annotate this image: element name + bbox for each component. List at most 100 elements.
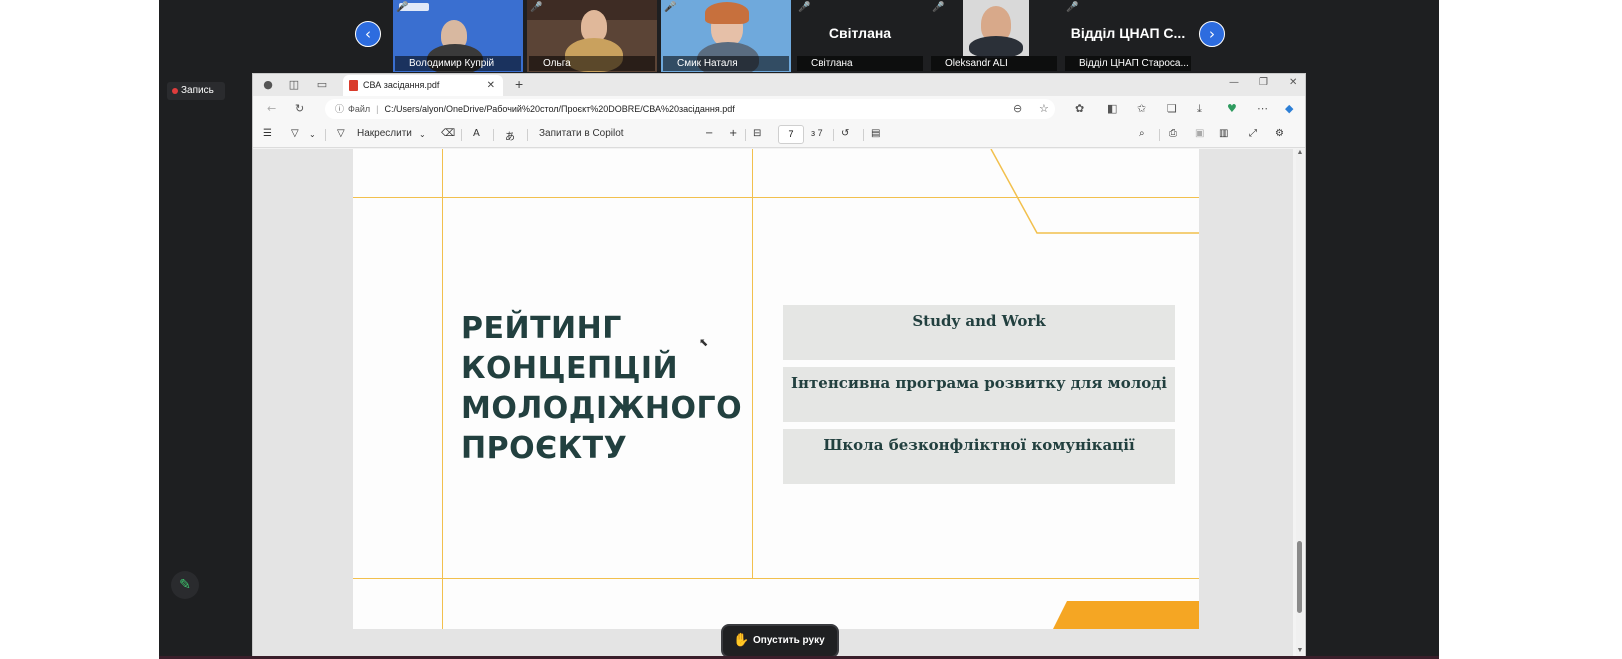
- collections-icon[interactable]: ❏: [1167, 102, 1177, 115]
- tab-title: СВА засідання.pdf: [363, 80, 440, 90]
- scroll-down-icon[interactable]: ▼: [1296, 647, 1304, 654]
- fullscreen-icon[interactable]: ⤢: [1249, 128, 1257, 139]
- search-icon[interactable]: ⌕: [1139, 128, 1145, 139]
- participant-name: Відділ ЦНАП Староса...: [1065, 56, 1191, 71]
- next-participants-button[interactable]: ›: [1199, 21, 1225, 47]
- refresh-icon[interactable]: ↻: [295, 102, 304, 115]
- toolbar-divider: [461, 129, 462, 141]
- address-url: C:/Users/alyon/OneDrive/Рабочий%20стол/П…: [384, 104, 735, 114]
- draw-icon[interactable]: ▽: [337, 128, 345, 139]
- muted-mic-icon: 🎤: [530, 2, 543, 13]
- slide-title-line: РЕЙТИНГ: [461, 311, 622, 346]
- toolbar-divider: [833, 129, 834, 141]
- chevron-down-icon[interactable]: ⌄: [309, 130, 316, 139]
- close-window-button[interactable]: ✕: [1289, 77, 1297, 88]
- concept-label: Study and Work: [912, 312, 1046, 330]
- new-tab-button[interactable]: +: [515, 76, 523, 92]
- browser-essentials-icon[interactable]: ♥: [1227, 102, 1237, 115]
- toolbar-divider: [527, 129, 528, 141]
- draw-button[interactable]: Накреслити: [357, 128, 412, 139]
- profile-icon[interactable]: ●: [261, 78, 275, 92]
- raised-hand-icon: ✋: [733, 633, 750, 648]
- concept-label: Школа безконфліктної комунікації: [823, 436, 1135, 454]
- restore-button[interactable]: ❐: [1259, 77, 1268, 88]
- muted-mic-icon: 🎤: [396, 2, 409, 13]
- participant-name: Ольга: [529, 56, 655, 71]
- extensions-icon[interactable]: ✿: [1075, 102, 1084, 115]
- participant-name: Володимир Купрій: [395, 56, 521, 71]
- previous-participants-button[interactable]: ‹: [355, 21, 381, 47]
- pdf-page-slide: РЕЙТИНГ КОНЦЕПЦІЙ МОЛОДІЖНОГО ПРОЄКТУ St…: [353, 149, 1199, 629]
- contents-icon[interactable]: ☰: [263, 128, 272, 139]
- toolbar-divider: [493, 129, 494, 141]
- participant-tile[interactable]: 🎤 Oleksandr ALI: [929, 0, 1059, 72]
- mouse-cursor-icon: ⬉: [699, 336, 709, 349]
- participant-tile[interactable]: Світлана 🎤 Світлана: [795, 0, 925, 72]
- record-dot-icon: [172, 88, 178, 94]
- lower-hand-label: Опустить руку: [753, 635, 825, 646]
- tab-pdf[interactable]: СВА засідання.pdf ✕: [343, 75, 503, 96]
- slide-title-line: ПРОЄКТУ: [461, 431, 628, 466]
- tab-bar: ● ◫ ▭ СВА засідання.pdf ✕ + — ❐ ✕: [253, 74, 1305, 96]
- participant-hair: [705, 2, 749, 24]
- participant-display-name: Світлана: [828, 25, 892, 41]
- page-number-input[interactable]: 7: [778, 125, 804, 144]
- save-as-icon[interactable]: ▥: [1219, 128, 1228, 139]
- downloads-icon[interactable]: ⤓: [1197, 102, 1202, 116]
- rotate-icon[interactable]: ↺: [841, 128, 849, 139]
- settings-gear-icon[interactable]: ⚙: [1275, 128, 1284, 139]
- chevron-down-icon[interactable]: ⌄: [419, 130, 426, 139]
- ask-copilot-button[interactable]: Запитати в Copilot: [539, 128, 624, 139]
- muted-mic-icon: 🎤: [932, 2, 945, 13]
- pdf-toolbar: ☰ ▽ ⌄ ▽ Накреслити ⌄ ⌫ A あ Запитати в Co…: [253, 122, 1305, 148]
- participant-tile[interactable]: 🎤 Володимир Купрій: [393, 0, 523, 72]
- page-view-icon[interactable]: ▤: [871, 128, 880, 139]
- record-label: Запись: [181, 85, 214, 96]
- vertical-tabs-icon[interactable]: ▭: [315, 78, 329, 92]
- copilot-icon[interactable]: ◆: [1285, 102, 1293, 115]
- toolbar-divider: [745, 129, 746, 141]
- highlight-icon[interactable]: ▽: [291, 128, 299, 139]
- participant-tile[interactable]: 🎤 Ольга: [527, 0, 657, 72]
- split-screen-icon[interactable]: ◧: [1107, 102, 1117, 115]
- zoom-out-icon[interactable]: −: [705, 128, 713, 139]
- minimize-button[interactable]: —: [1229, 77, 1239, 88]
- screen: ‹ 🎤 Володимир Купрій 🎤 Ольга 🎤 Смик Ната…: [0, 0, 1622, 659]
- read-aloud-icon[interactable]: A: [473, 128, 480, 139]
- eraser-icon[interactable]: ⌫: [441, 128, 455, 139]
- favorite-star-icon[interactable]: ☆: [1039, 102, 1049, 115]
- scroll-up-icon[interactable]: ▲: [1296, 149, 1304, 156]
- scrollbar-thumb[interactable]: [1297, 541, 1302, 613]
- pdf-file-icon: [349, 80, 358, 91]
- concept-card: Інтенсивна програма розвитку для молоді: [783, 367, 1175, 422]
- fit-page-icon[interactable]: ⊟: [753, 128, 761, 139]
- address-input[interactable]: ⓘ Файл | C:/Users/alyon/OneDrive/Рабочий%20…: [325, 99, 1055, 119]
- participant-display-name: Відділ ЦНАП С...: [1070, 25, 1186, 41]
- concept-card: Study and Work: [783, 305, 1175, 360]
- guide-line: [353, 578, 1199, 579]
- annotate-pen-button[interactable]: ✎: [171, 571, 199, 599]
- zoom-in-icon[interactable]: +: [729, 128, 737, 139]
- workspaces-icon[interactable]: ◫: [287, 78, 301, 92]
- pdf-viewport[interactable]: РЕЙТИНГ КОНЦЕПЦІЙ МОЛОДІЖНОГО ПРОЄКТУ St…: [253, 149, 1293, 657]
- vertical-scrollbar[interactable]: ▲ ▼: [1296, 149, 1304, 657]
- slide-title-line: КОНЦЕПЦІЙ: [461, 351, 679, 386]
- address-separator: |: [376, 104, 379, 114]
- toolbar-divider: [325, 129, 326, 141]
- slide-title-line: МОЛОДІЖНОГО: [461, 391, 743, 426]
- back-icon[interactable]: ←: [267, 102, 276, 115]
- lower-hand-button[interactable]: ✋ Опустить руку: [721, 624, 839, 658]
- translate-icon[interactable]: あ: [505, 128, 515, 143]
- participant-tile[interactable]: 🎤 Смик Наталя: [661, 0, 791, 72]
- decorative-orange-shape: [1053, 601, 1199, 629]
- more-menu-icon[interactable]: ⋯: [1257, 102, 1268, 115]
- zoom-icon[interactable]: ⊖: [1013, 102, 1022, 115]
- address-scheme: Файл: [348, 104, 371, 114]
- print-icon[interactable]: ⎙: [1169, 128, 1177, 139]
- muted-mic-icon: 🎤: [664, 2, 677, 13]
- close-tab-icon[interactable]: ✕: [487, 75, 495, 96]
- save-icon[interactable]: ▣: [1195, 128, 1204, 139]
- participant-tile[interactable]: Відділ ЦНАП С... 🎤 Відділ ЦНАП Староса..…: [1063, 0, 1193, 72]
- concept-label: Інтенсивна програма розвитку для молоді: [790, 374, 1167, 392]
- favorites-icon[interactable]: ✩: [1137, 102, 1146, 115]
